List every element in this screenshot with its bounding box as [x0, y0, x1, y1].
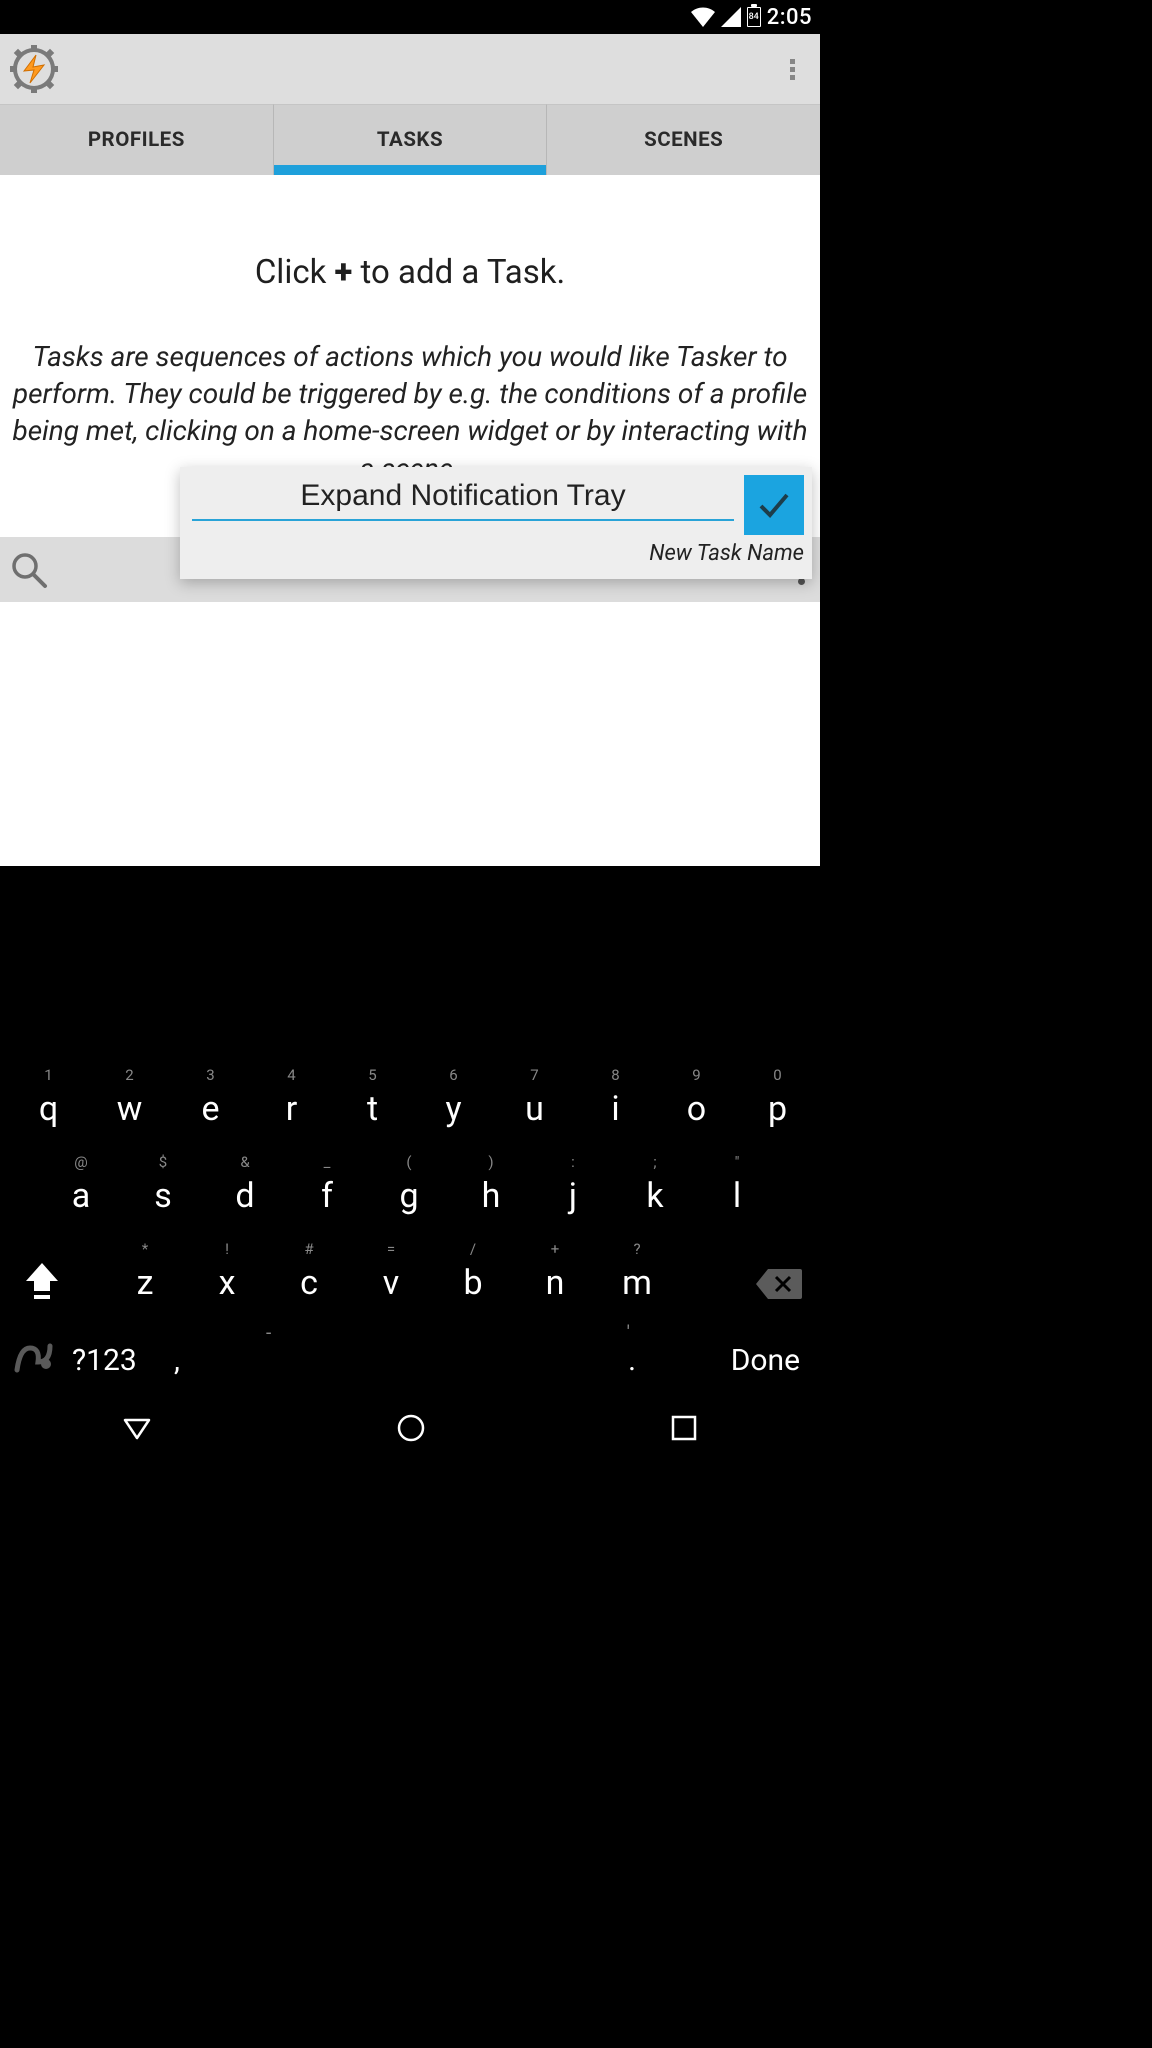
back-nav-icon[interactable]: [122, 1413, 152, 1443]
tab-label-tasks: TASKS: [377, 128, 443, 152]
key-e[interactable]: 3e: [170, 1068, 251, 1129]
key-k[interactable]: ;k: [614, 1155, 696, 1216]
key-l[interactable]: "l: [696, 1155, 778, 1216]
keyboard-row-2: @a$s&d_f(g)h:j;k"l: [4, 1143, 816, 1230]
overflow-menu-icon[interactable]: [780, 57, 804, 81]
key-c[interactable]: #c: [268, 1242, 350, 1303]
period-key[interactable]: .: [628, 1343, 636, 1378]
active-tab-indicator: [274, 165, 547, 175]
key-m[interactable]: ?m: [596, 1242, 678, 1303]
hint-title: Click + to add a Task.: [0, 253, 820, 292]
swype-icon[interactable]: [14, 1340, 54, 1378]
key-o[interactable]: 9o: [656, 1068, 737, 1129]
key-g[interactable]: (g: [368, 1155, 450, 1216]
key-a[interactable]: @a: [40, 1155, 122, 1216]
wifi-icon: [691, 7, 715, 27]
clock: 2:05: [767, 5, 812, 30]
key-u[interactable]: 7u: [494, 1068, 575, 1129]
key-s[interactable]: $s: [122, 1155, 204, 1216]
key-b[interactable]: /b: [432, 1242, 514, 1303]
key-r[interactable]: 4r: [251, 1068, 332, 1129]
tasker-app-icon[interactable]: [10, 45, 58, 93]
dialog-label: New Task Name: [192, 541, 804, 566]
keyboard-row-1: 1q2w3e4r5t6y7u8i9o0p: [4, 1056, 816, 1143]
hint-body: Tasks are sequences of actions which you…: [0, 338, 820, 487]
new-task-dialog: New Task Name: [180, 467, 812, 579]
key-y[interactable]: 6y: [413, 1068, 494, 1129]
check-icon: [755, 486, 793, 524]
tab-bar: PROFILES TASKS SCENES: [0, 104, 820, 175]
key-d[interactable]: &d: [204, 1155, 286, 1216]
numeric-toggle-key[interactable]: ?123: [72, 1343, 137, 1378]
dash-symbol: -: [266, 1321, 271, 1344]
tab-profiles[interactable]: PROFILES: [0, 104, 273, 175]
search-icon[interactable]: [10, 551, 48, 589]
key-n[interactable]: +n: [514, 1242, 596, 1303]
apostrophe-symbol: ': [627, 1321, 630, 1344]
app-header: [0, 34, 820, 104]
comma-key[interactable]: ,: [174, 1343, 180, 1378]
key-j[interactable]: :j: [532, 1155, 614, 1216]
key-z[interactable]: *z: [104, 1242, 186, 1303]
key-q[interactable]: 1q: [8, 1068, 89, 1129]
navigation-bar: [0, 1400, 820, 1456]
key-i[interactable]: 8i: [575, 1068, 656, 1129]
confirm-button[interactable]: [744, 475, 804, 535]
status-bar: 84 2:05: [0, 0, 820, 34]
backspace-key[interactable]: [756, 1267, 802, 1301]
shift-key[interactable]: [24, 1261, 60, 1301]
key-p[interactable]: 0p: [737, 1068, 818, 1129]
tab-scenes[interactable]: SCENES: [546, 104, 820, 175]
battery-icon: 84: [747, 7, 761, 27]
key-w[interactable]: 2w: [89, 1068, 170, 1129]
recents-nav-icon[interactable]: [670, 1414, 698, 1442]
tab-label-scenes: SCENES: [644, 128, 723, 152]
keyboard-row-3: *z!x#c=v/b+n?m: [4, 1230, 816, 1317]
key-t[interactable]: 5t: [332, 1068, 413, 1129]
keyboard-row-4: ?123 , - . ' Done: [4, 1317, 816, 1396]
tab-label-profiles: PROFILES: [88, 128, 185, 152]
key-v[interactable]: =v: [350, 1242, 432, 1303]
home-nav-icon[interactable]: [396, 1413, 426, 1443]
key-f[interactable]: _f: [286, 1155, 368, 1216]
keyboard[interactable]: 1q2w3e4r5t6y7u8i9o0p @a$s&d_f(g)h:j;k"l …: [0, 1046, 820, 1400]
task-name-input[interactable]: [192, 475, 734, 521]
key-x[interactable]: !x: [186, 1242, 268, 1303]
key-h[interactable]: )h: [450, 1155, 532, 1216]
cell-signal-icon: [721, 7, 741, 27]
done-key[interactable]: Done: [731, 1343, 800, 1378]
tab-tasks[interactable]: TASKS: [273, 104, 547, 175]
